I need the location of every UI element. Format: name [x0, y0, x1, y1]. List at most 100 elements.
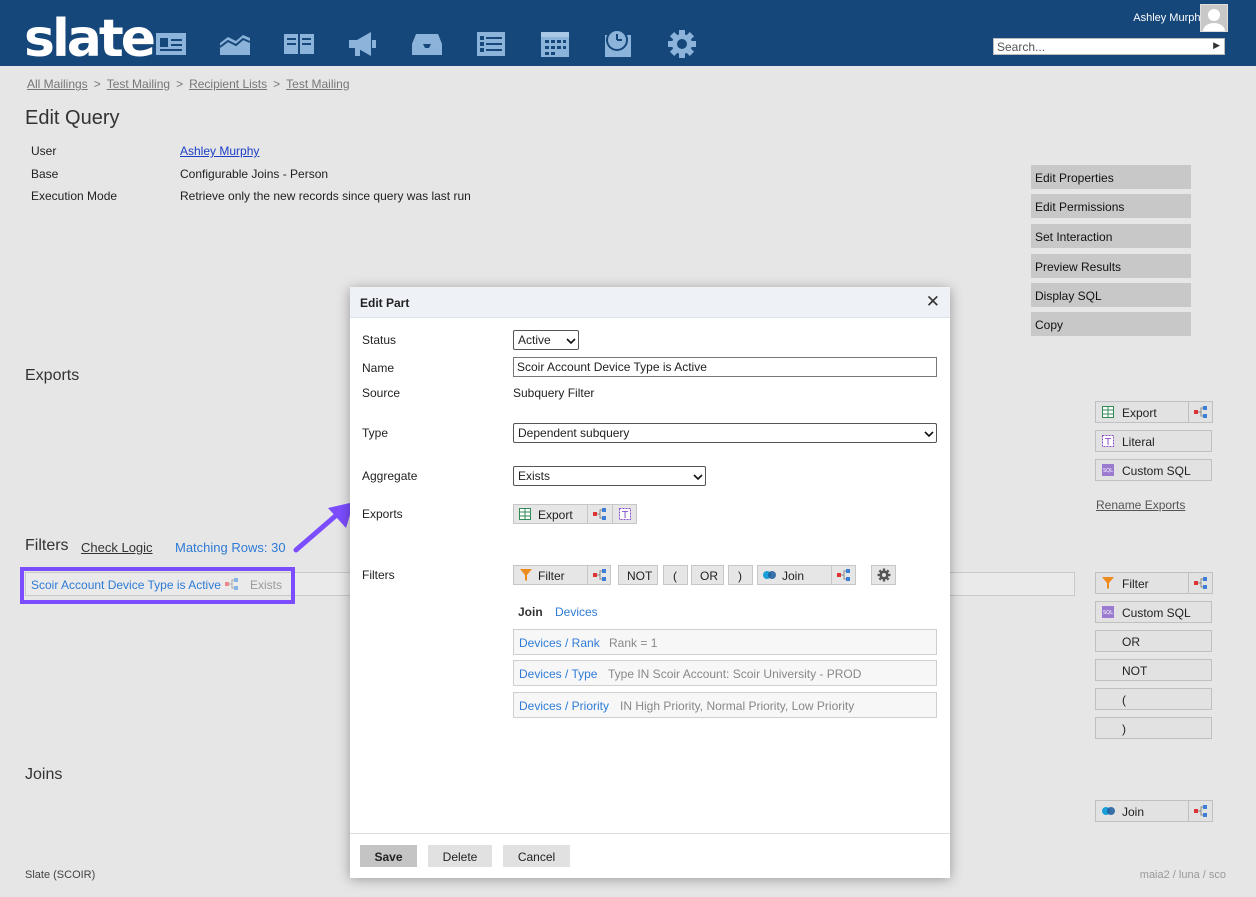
breadcrumb-link[interactable]: Test Mailing	[286, 77, 349, 91]
custom-sql-button-label: Custom SQL	[1122, 464, 1191, 478]
not-button[interactable]: NOT	[1095, 659, 1212, 681]
svg-text:SQL: SQL	[1103, 610, 1113, 616]
export-button-label: Export	[1122, 406, 1157, 420]
sql-icon: SQL	[1102, 606, 1114, 618]
search-placeholder: Search...	[997, 40, 1046, 54]
join-button-label: Join	[1122, 805, 1145, 819]
close-paren-button[interactable]: )	[1095, 717, 1212, 739]
footer-left: Slate (SCOIR)	[25, 869, 96, 881]
condition-value: Type IN Scoir Account: Scoir University …	[608, 667, 862, 681]
breadcrumb-separator: >	[93, 77, 101, 91]
display-sql-button[interactable]: Display SQL	[1031, 283, 1191, 307]
edit-permissions-button[interactable]: Edit Permissions	[1031, 194, 1191, 218]
status-select[interactable]: Active	[513, 330, 579, 350]
rename-exports-link[interactable]: Rename Exports	[1096, 498, 1185, 512]
preview-results-button[interactable]: Preview Results	[1031, 254, 1191, 278]
footer-right: maia2 / luna / sco	[1139, 869, 1226, 881]
avatar[interactable]	[1200, 4, 1228, 32]
not-label: NOT	[1122, 664, 1148, 678]
tree-icon[interactable]	[593, 508, 607, 523]
condition-key[interactable]: Devices / Type	[519, 667, 597, 681]
close-icon[interactable]: ✕	[926, 292, 940, 312]
or-button[interactable]: OR	[1095, 630, 1212, 652]
tree-icon[interactable]	[593, 569, 607, 584]
tree-icon[interactable]	[837, 569, 851, 584]
divider	[587, 505, 588, 523]
divider	[831, 566, 832, 584]
condition-key[interactable]: Devices / Priority	[519, 699, 609, 713]
condition-row-type[interactable]: Devices / Type Type IN Scoir Account: Sc…	[513, 660, 937, 686]
filter-custom-sql-label: Custom SQL	[1122, 606, 1191, 620]
join-heading: Join	[518, 605, 543, 619]
svg-text:SQL: SQL	[1103, 468, 1113, 474]
condition-key[interactable]: Devices / Rank	[519, 636, 600, 650]
tree-icon[interactable]	[1194, 805, 1208, 817]
open-paren-button[interactable]: (	[1095, 688, 1212, 710]
area-chart-icon[interactable]	[219, 29, 251, 59]
custom-sql-button[interactable]: SQL Custom SQL	[1095, 459, 1212, 481]
tree-icon[interactable]	[1194, 406, 1208, 418]
text-icon[interactable]: T	[619, 508, 631, 523]
text-icon: T	[1102, 435, 1114, 448]
dialog-join-button[interactable]: Join	[757, 565, 856, 585]
join-icon	[763, 569, 777, 584]
filter-custom-sql-button[interactable]: SQL Custom SQL	[1095, 601, 1212, 623]
join-icon	[1102, 805, 1115, 817]
dialog-or-button[interactable]: OR	[691, 565, 724, 585]
edit-part-dialog: Edit Part ✕ Status Active Name Scoir Acc…	[350, 287, 950, 878]
set-interaction-button[interactable]: Set Interaction	[1031, 224, 1191, 248]
status-value: Active	[518, 333, 551, 347]
condition-row-rank[interactable]: Devices / Rank Rank = 1	[513, 629, 937, 655]
search-submit-icon[interactable]: ▶	[1213, 40, 1220, 51]
calendar-clock-icon[interactable]	[603, 29, 635, 59]
condition-value: IN High Priority, Normal Priority, Low P…	[620, 699, 855, 713]
top-bar: slate Ashley Murphy Search... ▶	[0, 0, 1256, 69]
save-button[interactable]: Save	[360, 845, 417, 867]
or-label: OR	[1122, 635, 1140, 649]
dialog-open-paren-button[interactable]: (	[663, 565, 688, 585]
slate-logo[interactable]: slate	[24, 6, 156, 69]
source-value: Subquery Filter	[513, 386, 595, 400]
delete-button[interactable]: Delete	[428, 845, 492, 867]
filter-button[interactable]: Filter	[1095, 572, 1213, 594]
breadcrumb-link[interactable]: Test Mailing	[107, 77, 170, 91]
user-name[interactable]: Ashley Murphy	[1133, 12, 1206, 24]
join-button[interactable]: Join	[1095, 800, 1213, 822]
name-field[interactable]: Scoir Account Device Type is Active	[513, 357, 937, 377]
dialog-not-button[interactable]: NOT	[618, 565, 658, 585]
type-select[interactable]: Dependent subquery	[513, 423, 937, 443]
literal-button[interactable]: T Literal	[1095, 430, 1212, 452]
name-label: Name	[362, 361, 395, 375]
book-icon[interactable]	[283, 29, 315, 59]
aggregate-select[interactable]: Exists	[513, 466, 706, 486]
join-devices-link[interactable]: Devices	[555, 605, 598, 619]
type-value: Dependent subquery	[518, 426, 630, 440]
dialog-export-button[interactable]: Export T	[513, 504, 637, 524]
tree-icon[interactable]	[1194, 577, 1208, 589]
dialog-settings-button[interactable]	[871, 565, 896, 585]
dialog-filter-button[interactable]: Filter	[513, 565, 611, 585]
inbox-icon[interactable]	[411, 29, 443, 59]
calendar-icon[interactable]	[539, 29, 571, 59]
breadcrumb-link[interactable]: Recipient Lists	[189, 77, 267, 91]
cancel-button[interactable]: Cancel	[503, 845, 570, 867]
breadcrumb-separator: >	[176, 77, 184, 91]
copy-button[interactable]: Copy	[1031, 312, 1191, 336]
aggregate-label: Aggregate	[362, 469, 418, 483]
export-button[interactable]: Export	[1095, 401, 1213, 423]
breadcrumb-link[interactable]: All Mailings	[27, 77, 88, 91]
sql-icon: SQL	[1102, 464, 1114, 476]
gear-icon[interactable]	[667, 29, 699, 59]
prop-label-execution-mode: Execution Mode	[31, 189, 118, 203]
user-link[interactable]: Ashley Murphy	[180, 144, 259, 158]
list-icon[interactable]	[475, 29, 507, 59]
megaphone-icon[interactable]	[347, 29, 379, 59]
dialog-close-paren-button[interactable]: )	[728, 565, 753, 585]
condition-row-priority[interactable]: Devices / Priority IN High Priority, Nor…	[513, 692, 937, 718]
contact-card-icon[interactable]	[155, 29, 187, 59]
check-logic-link[interactable]: Check Logic	[81, 540, 153, 555]
search-input[interactable]: Search... ▶	[993, 38, 1225, 55]
edit-properties-button[interactable]: Edit Properties	[1031, 165, 1191, 189]
matching-rows-count[interactable]: Matching Rows: 30	[175, 540, 286, 555]
close-paren-label: )	[1122, 722, 1126, 736]
